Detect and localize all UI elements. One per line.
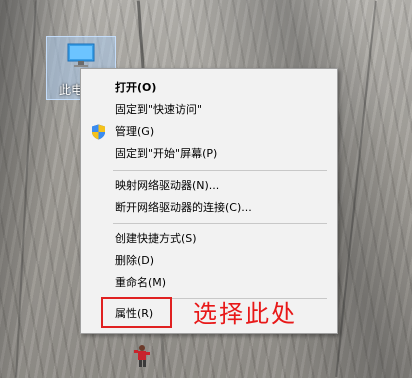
menu-item-create-shortcut[interactable]: 创建快捷方式(S) [81,228,337,250]
menu-item-label: 固定到"快速访问" [115,103,203,116]
menu-item-pin-quick-access[interactable]: 固定到"快速访问" [81,99,337,121]
this-pc-icon [67,43,95,67]
shield-icon [92,124,105,140]
menu-item-pin-start[interactable]: 固定到"开始"屏幕(P) [81,143,337,165]
menu-item-label: 重命名(M) [115,276,167,289]
menu-item-label: 固定到"开始"屏幕(P) [115,147,218,160]
menu-item-label: 打开(O) [115,81,157,94]
annotation-label: 选择此处 [193,300,297,328]
menu-item-manage[interactable]: 管理(G) [81,121,337,143]
menu-item-label: 创建快捷方式(S) [115,232,197,245]
menu-item-delete[interactable]: 删除(D) [81,250,337,272]
menu-item-map-network-drive[interactable]: 映射网络驱动器(N)... [81,175,337,197]
rock-crack [335,0,377,378]
menu-separator [113,170,327,171]
menu-item-rename[interactable]: 重命名(M) [81,272,337,294]
highlight-box [101,297,172,328]
climber-figure [134,345,150,367]
menu-item-label: 映射网络驱动器(N)... [115,179,220,192]
menu-item-label: 删除(D) [115,254,155,267]
menu-item-label: 管理(G) [115,125,155,138]
menu-item-open[interactable]: 打开(O) [81,77,337,99]
menu-item-label: 断开网络驱动器的连接(C)... [115,201,252,214]
rock-crack [15,0,37,378]
menu-item-disconnect-network-drive[interactable]: 断开网络驱动器的连接(C)... [81,197,337,219]
menu-separator [113,223,327,224]
